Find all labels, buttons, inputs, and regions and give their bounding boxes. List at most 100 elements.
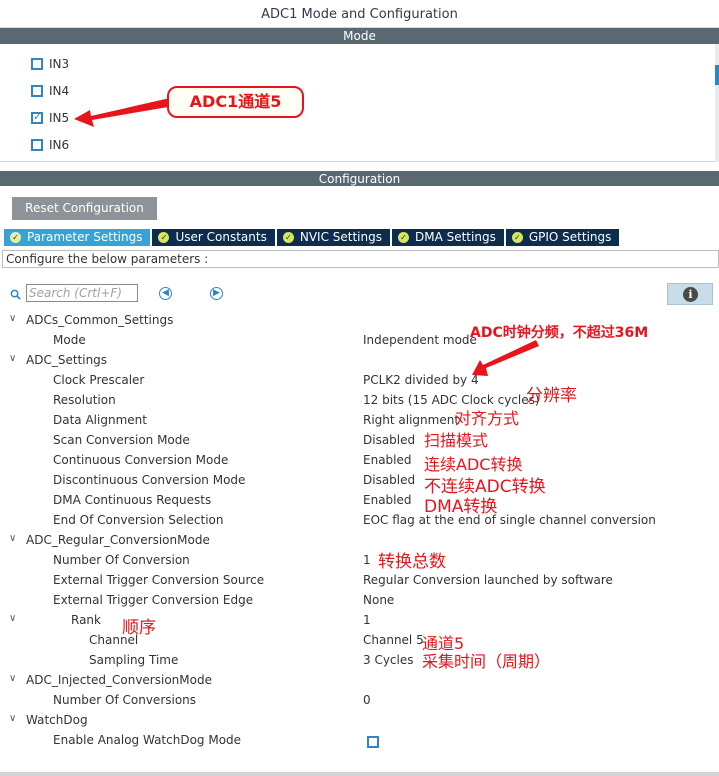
param-name: Rank [71, 613, 101, 627]
param-name: End Of Conversion Selection [53, 513, 224, 527]
param-row-continuous-conversion-mode[interactable]: Continuous Conversion Mode Enabled [0, 451, 719, 471]
tab-nvic-settings[interactable]: ✓ NVIC Settings [276, 229, 390, 246]
param-name: External Trigger Conversion Source [53, 573, 265, 587]
param-value[interactable]: 1 [363, 613, 371, 627]
tab-label: User Constants [175, 230, 267, 244]
tree-group-adc-injected-conversionmode[interactable]: ∨ ADC_Injected_ConversionMode [0, 671, 719, 691]
param-value[interactable]: Regular Conversion launched by software [363, 573, 613, 587]
param-value[interactable]: Channel 5 [363, 633, 424, 647]
tab-dma-settings[interactable]: ✓ DMA Settings [391, 229, 504, 246]
param-name: Sampling Time [89, 653, 179, 667]
info-button[interactable]: i [667, 283, 713, 305]
param-name: ADCs_Common_Settings [26, 313, 174, 327]
channel-in6[interactable]: IN6 [31, 137, 69, 153]
param-name: ADC_Settings [26, 353, 108, 367]
param-row-clock-prescaler[interactable]: Clock Prescaler PCLK2 divided by 4 [0, 371, 719, 391]
tab-label: GPIO Settings [528, 230, 612, 244]
param-row-dma-continuous-requests[interactable]: DMA Continuous Requests Enabled [0, 491, 719, 511]
param-value[interactable]: None [363, 593, 394, 607]
param-row-end-of-conversion-selection[interactable]: End Of Conversion Selection EOC flag at … [0, 511, 719, 531]
reset-configuration-button[interactable]: Reset Configuration [12, 197, 157, 220]
mode-scrollbar-thumb[interactable] [715, 65, 719, 85]
tab-user-constants[interactable]: ✓ User Constants [152, 229, 275, 246]
in5-checkbox[interactable] [31, 110, 43, 124]
next-result-icon[interactable]: ▶ [210, 287, 223, 300]
tree-group-adc-settings[interactable]: ∨ ADC_Settings [0, 351, 719, 371]
param-name: Continuous Conversion Mode [53, 453, 229, 467]
param-name: DMA Continuous Requests [53, 493, 212, 507]
in4-checkbox[interactable] [31, 85, 43, 97]
param-row-external-trigger-conversion-edge[interactable]: External Trigger Conversion Edge None [0, 591, 719, 611]
tree-group-rank[interactable]: ∨ Rank 1 [0, 611, 719, 631]
param-value[interactable]: Disabled [363, 433, 415, 447]
chevron-down-icon[interactable]: ∨ [9, 313, 16, 324]
search-input[interactable]: Search (Crtl+F) [26, 284, 138, 302]
callout-adc1-channel5: ADC1通道5 [167, 86, 304, 118]
param-name: Enable Analog WatchDog Mode [53, 733, 242, 747]
chevron-down-icon[interactable]: ∨ [9, 713, 16, 724]
channel-in3[interactable]: IN3 [31, 56, 69, 72]
param-row-scan-conversion-mode[interactable]: Scan Conversion Mode Disabled [0, 431, 719, 451]
param-name: Number Of Conversions [53, 693, 197, 707]
param-name: Data Alignment [53, 413, 147, 427]
param-name: Clock Prescaler [53, 373, 145, 387]
annotation-sampling: 采集时间（周期） [422, 652, 551, 671]
param-row-data-alignment[interactable]: Data Alignment Right alignment [0, 411, 719, 431]
in6-label: IN6 [49, 138, 70, 152]
param-name: Scan Conversion Mode [53, 433, 190, 447]
bottom-border [0, 772, 719, 776]
param-value[interactable]: Enabled [363, 493, 412, 507]
param-name: WatchDog [26, 713, 88, 727]
callout-arrow [74, 98, 174, 127]
tree-group-adc-regular-conversionmode[interactable]: ∨ ADC_Regular_ConversionMode [0, 531, 719, 551]
tab-gpio-settings[interactable]: ✓ GPIO Settings [505, 229, 620, 246]
param-name: ADC_Regular_ConversionMode [26, 533, 210, 547]
chevron-down-icon[interactable]: ∨ [9, 613, 16, 624]
check-circle-icon: ✓ [397, 232, 409, 243]
param-value[interactable]: Disabled [363, 473, 415, 487]
param-row-channel[interactable]: Channel Channel 5 [0, 631, 719, 651]
param-value[interactable]: PCLK2 divided by 4 [363, 373, 479, 387]
check-circle-icon: ✓ [158, 232, 170, 243]
param-value[interactable]: 3 Cycles [363, 653, 414, 667]
chevron-down-icon[interactable]: ∨ [9, 353, 16, 364]
tab-label: Parameter Settings [27, 230, 143, 244]
settings-tabs: ✓ Parameter Settings ✓ User Constants ✓ … [4, 229, 621, 246]
param-row-enable-analog-watchdog-mode[interactable]: Enable Analog WatchDog Mode [0, 731, 719, 751]
config-section-header: Configuration [0, 171, 719, 187]
search-icon [10, 289, 21, 300]
in3-label: IN3 [49, 57, 70, 71]
param-name: Resolution [53, 393, 116, 407]
chevron-down-icon[interactable]: ∨ [9, 533, 16, 544]
tab-parameter-settings[interactable]: ✓ Parameter Settings [4, 229, 151, 246]
param-row-discontinuous-conversion-mode[interactable]: Discontinuous Conversion Mode Disabled [0, 471, 719, 491]
param-row-number-of-conversion[interactable]: Number Of Conversion 1 [0, 551, 719, 571]
tree-group-watchdog[interactable]: ∨ WatchDog [0, 711, 719, 731]
param-value[interactable]: Right alignment [363, 413, 459, 427]
check-circle-icon: ✓ [511, 232, 523, 243]
param-row-external-trigger-conversion-source[interactable]: External Trigger Conversion Source Regul… [0, 571, 719, 591]
param-row-sampling-time[interactable]: Sampling Time 3 Cycles [0, 651, 719, 671]
tab-label: NVIC Settings [299, 230, 382, 244]
chevron-down-icon[interactable]: ∨ [9, 673, 16, 684]
in3-checkbox[interactable] [31, 58, 43, 70]
in5-label: IN5 [49, 111, 70, 125]
annotation-alignment: 对齐方式 [455, 409, 520, 428]
in6-checkbox[interactable] [31, 139, 43, 151]
param-value[interactable]: EOC flag at the end of single channel co… [363, 513, 656, 527]
param-value[interactable]: 0 [363, 693, 371, 707]
param-value[interactable]: Enabled [363, 453, 412, 467]
watchdog-checkbox[interactable] [367, 736, 379, 748]
annotation-dma: DMA转换 [424, 497, 498, 517]
param-row-number-of-conversions[interactable]: Number Of Conversions 0 [0, 691, 719, 711]
channel-in5[interactable]: IN5 [31, 110, 69, 126]
channel-in4[interactable]: IN4 [31, 83, 69, 99]
previous-result-icon[interactable]: ◀ [159, 287, 172, 300]
mode-section-header: Mode [0, 28, 719, 44]
configure-instruction: Configure the below parameters : [2, 250, 719, 268]
param-name: Mode [53, 333, 86, 347]
mode-scrollbar[interactable] [715, 44, 719, 162]
param-value[interactable]: 1 [363, 553, 371, 567]
param-row-resolution[interactable]: Resolution 12 bits (15 ADC Clock cycles) [0, 391, 719, 411]
param-value[interactable]: Independent mode [363, 333, 477, 347]
